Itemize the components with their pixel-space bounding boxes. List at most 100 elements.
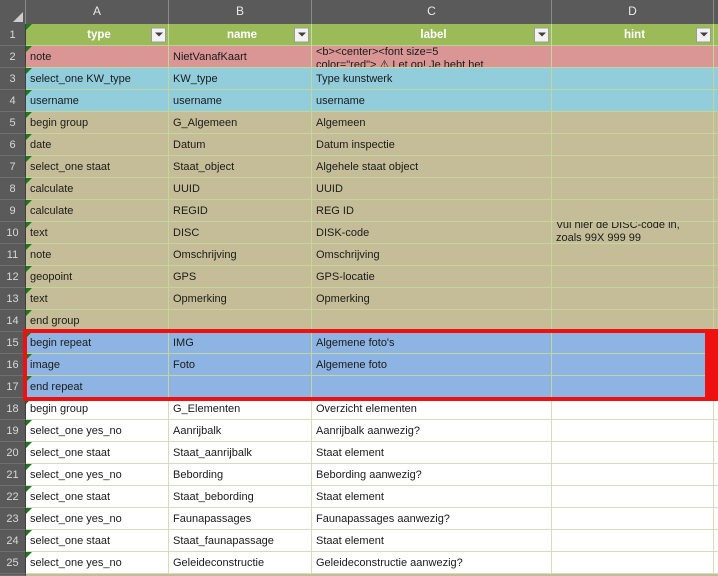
cell-B8-name[interactable]: UUID — [169, 178, 312, 200]
row-number-9[interactable]: 9 — [0, 200, 26, 222]
header-cell-type[interactable]: type — [26, 24, 169, 46]
cell-D4-hint[interactable] — [552, 90, 714, 112]
row-number-14[interactable]: 14 — [0, 310, 26, 332]
column-header-D[interactable]: D — [552, 0, 714, 24]
cell-C12-label[interactable]: GPS-locatie — [312, 266, 552, 288]
row-number-19[interactable]: 19 — [0, 420, 26, 442]
cell-D22-hint[interactable] — [552, 486, 714, 508]
cell-A2-type[interactable]: note — [26, 46, 169, 68]
cell-B17-name[interactable] — [169, 376, 312, 398]
row-number-15[interactable]: 15 — [0, 332, 26, 354]
cell-A25-type[interactable]: select_one yes_no — [26, 552, 169, 574]
cell-A18-type[interactable]: begin group — [26, 398, 169, 420]
cell-A6-type[interactable]: date — [26, 134, 169, 156]
cell-B5-name[interactable]: G_Algemeen — [169, 112, 312, 134]
row-number-11[interactable]: 11 — [0, 244, 26, 266]
cell-D20-hint[interactable] — [552, 442, 714, 464]
cell-C17-label[interactable] — [312, 376, 552, 398]
cell-B18-name[interactable]: G_Elementen — [169, 398, 312, 420]
cell-B23-name[interactable]: Faunapassages — [169, 508, 312, 530]
cell-A19-type[interactable]: select_one yes_no — [26, 420, 169, 442]
cell-B20-name[interactable]: Staat_aanrijbalk — [169, 442, 312, 464]
cell-C3-label[interactable]: Type kunstwerk — [312, 68, 552, 90]
row-number-22[interactable]: 22 — [0, 486, 26, 508]
cell-B15-name[interactable]: IMG — [169, 332, 312, 354]
cell-B10-name[interactable]: DISC — [169, 222, 312, 244]
row-number-5[interactable]: 5 — [0, 112, 26, 134]
cell-B12-name[interactable]: GPS — [169, 266, 312, 288]
row-number-24[interactable]: 24 — [0, 530, 26, 552]
cell-A8-type[interactable]: calculate — [26, 178, 169, 200]
cell-D3-hint[interactable] — [552, 68, 714, 90]
cell-D9-hint[interactable] — [552, 200, 714, 222]
column-header-C[interactable]: C — [312, 0, 552, 24]
cell-C20-label[interactable]: Staat element — [312, 442, 552, 464]
row-number-7[interactable]: 7 — [0, 156, 26, 178]
cell-C4-label[interactable]: username — [312, 90, 552, 112]
cell-D14-hint[interactable] — [552, 310, 714, 332]
cell-C8-label[interactable]: UUID — [312, 178, 552, 200]
cell-D2-hint[interactable] — [552, 46, 714, 68]
cell-D17-hint[interactable] — [552, 376, 714, 398]
header-cell-hint[interactable]: hint — [552, 24, 714, 46]
cell-B21-name[interactable]: Bebording — [169, 464, 312, 486]
cell-A24-type[interactable]: select_one staat — [26, 530, 169, 552]
cell-A16-type[interactable]: image — [26, 354, 169, 376]
cell-A21-type[interactable]: select_one yes_no — [26, 464, 169, 486]
cell-C22-label[interactable]: Staat element — [312, 486, 552, 508]
cell-C13-label[interactable]: Opmerking — [312, 288, 552, 310]
cell-B24-name[interactable]: Staat_faunapassage — [169, 530, 312, 552]
row-number-25[interactable]: 25 — [0, 552, 26, 574]
cell-C5-label[interactable]: Algemeen — [312, 112, 552, 134]
header-cell-name[interactable]: name — [169, 24, 312, 46]
row-number-8[interactable]: 8 — [0, 178, 26, 200]
cell-D21-hint[interactable] — [552, 464, 714, 486]
cell-A5-type[interactable]: begin group — [26, 112, 169, 134]
row-number-17[interactable]: 17 — [0, 376, 26, 398]
cell-C7-label[interactable]: Algehele staat object — [312, 156, 552, 178]
cell-D15-hint[interactable] — [552, 332, 714, 354]
cell-C2-label[interactable]: <b><center><font size=5 color="red"> ⚠ Le… — [312, 46, 552, 68]
filter-dropdown-button[interactable] — [151, 27, 166, 42]
header-cell-label[interactable]: label — [312, 24, 552, 46]
cell-A4-type[interactable]: username — [26, 90, 169, 112]
cell-D7-hint[interactable] — [552, 156, 714, 178]
cell-B19-name[interactable]: Aanrijbalk — [169, 420, 312, 442]
cell-D5-hint[interactable] — [552, 112, 714, 134]
cell-A22-type[interactable]: select_one staat — [26, 486, 169, 508]
cell-B9-name[interactable]: REGID — [169, 200, 312, 222]
cell-A15-type[interactable]: begin repeat — [26, 332, 169, 354]
cell-D23-hint[interactable] — [552, 508, 714, 530]
cell-D13-hint[interactable] — [552, 288, 714, 310]
cell-A9-type[interactable]: calculate — [26, 200, 169, 222]
cell-A14-type[interactable]: end group — [26, 310, 169, 332]
cell-D19-hint[interactable] — [552, 420, 714, 442]
row-number-2[interactable]: 2 — [0, 46, 26, 68]
cell-D25-hint[interactable] — [552, 552, 714, 574]
row-number-16[interactable]: 16 — [0, 354, 26, 376]
cell-B6-name[interactable]: Datum — [169, 134, 312, 156]
cell-A7-type[interactable]: select_one staat — [26, 156, 169, 178]
cell-B13-name[interactable]: Opmerking — [169, 288, 312, 310]
cell-C23-label[interactable]: Faunapassages aanwezig? — [312, 508, 552, 530]
cell-C6-label[interactable]: Datum inspectie — [312, 134, 552, 156]
cell-B25-name[interactable]: Geleideconstructie — [169, 552, 312, 574]
cell-D11-hint[interactable] — [552, 244, 714, 266]
cell-B16-name[interactable]: Foto — [169, 354, 312, 376]
cell-D12-hint[interactable] — [552, 266, 714, 288]
cell-D16-hint[interactable] — [552, 354, 714, 376]
cell-A23-type[interactable]: select_one yes_no — [26, 508, 169, 530]
cell-A13-type[interactable]: text — [26, 288, 169, 310]
column-header-A[interactable]: A — [26, 0, 169, 24]
cell-B22-name[interactable]: Staat_bebording — [169, 486, 312, 508]
cell-B7-name[interactable]: Staat_object — [169, 156, 312, 178]
row-number-18[interactable]: 18 — [0, 398, 26, 420]
row-number-3[interactable]: 3 — [0, 68, 26, 90]
cell-C21-label[interactable]: Bebording aanwezig? — [312, 464, 552, 486]
row-number-1[interactable]: 1 — [0, 24, 26, 46]
cell-C24-label[interactable]: Staat element — [312, 530, 552, 552]
cell-B4-name[interactable]: username — [169, 90, 312, 112]
cell-D24-hint[interactable] — [552, 530, 714, 552]
cell-C15-label[interactable]: Algemene foto's — [312, 332, 552, 354]
cell-C18-label[interactable]: Overzicht elementen — [312, 398, 552, 420]
